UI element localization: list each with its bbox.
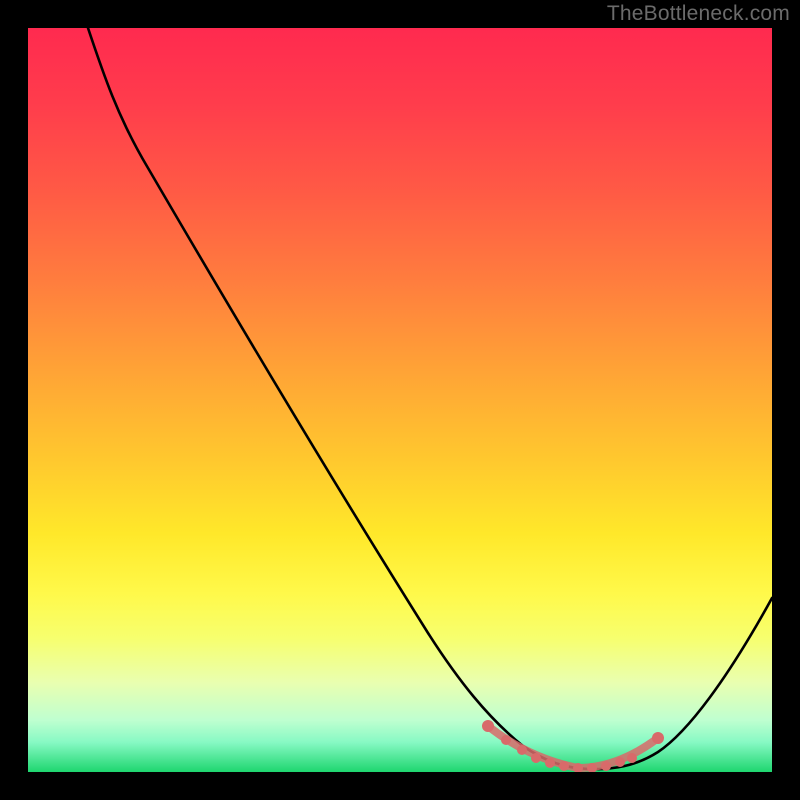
chart-frame: TheBottleneck.com bbox=[0, 0, 800, 800]
chart-svg bbox=[28, 28, 772, 772]
bottleneck-curve bbox=[88, 28, 772, 769]
watermark-text: TheBottleneck.com bbox=[607, 2, 790, 26]
